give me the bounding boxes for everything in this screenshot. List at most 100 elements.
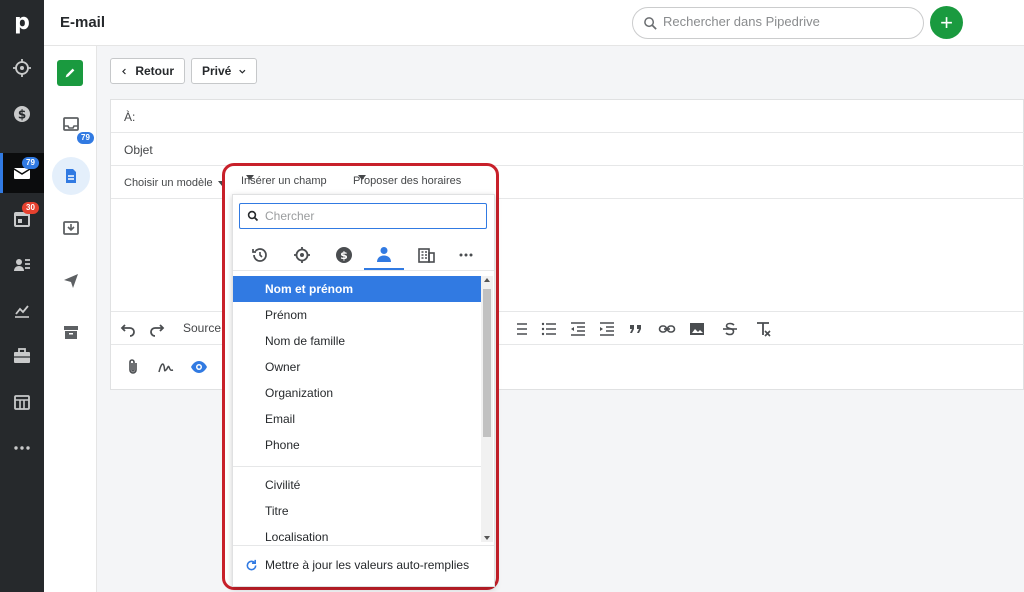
app-root: p $ 79 30 E-mail Rechercher dans Pipedri… (0, 0, 1024, 592)
tab-deals[interactable]: $ (324, 239, 364, 270)
visibility-label: Privé (202, 64, 232, 78)
list-item[interactable]: Organization (233, 380, 481, 406)
tab-leads[interactable] (282, 239, 322, 270)
nav-insights[interactable] (0, 290, 44, 330)
field-list: Nom et prénom Prénom Nom de famille Owne… (233, 276, 481, 542)
page-title: E-mail (60, 14, 106, 31)
outdent-icon[interactable] (569, 320, 587, 338)
document-icon (66, 169, 76, 183)
indent-icon[interactable] (598, 320, 616, 338)
person-icon (377, 246, 391, 262)
quote-icon[interactable] (627, 320, 645, 338)
svg-text:$: $ (340, 249, 348, 262)
nav-activities[interactable]: 30 (0, 199, 44, 239)
propose-times-label: Proposer des horaires (353, 175, 462, 187)
link-icon[interactable] (658, 320, 676, 338)
dollar-icon: $ (336, 246, 352, 263)
list-item[interactable]: Nom de famille (233, 328, 481, 354)
main-nav: p $ 79 30 (0, 0, 44, 592)
nav-more[interactable] (0, 428, 44, 468)
tab-history[interactable] (240, 239, 280, 270)
list-item[interactable]: Titre (233, 498, 481, 524)
store-icon (14, 395, 30, 410)
tab-person[interactable] (364, 239, 404, 270)
compose-button[interactable] (57, 60, 83, 86)
tab-more[interactable] (446, 239, 486, 270)
nav-products[interactable] (0, 336, 44, 376)
pipedrive-logo[interactable]: p (0, 0, 44, 44)
inbox-badge: 79 (77, 132, 94, 144)
visibility-dropdown[interactable]: Privé (191, 58, 257, 84)
scroll-up-icon[interactable] (484, 278, 490, 282)
field-search-input[interactable] (265, 209, 480, 223)
nav-deals[interactable]: $ (0, 94, 44, 134)
more-icon (14, 446, 30, 450)
top-bar: E-mail + (44, 0, 1024, 46)
pencil-icon (65, 68, 75, 78)
subject-row[interactable]: Objet (111, 133, 1024, 166)
field-picker-panel: $ Nom et prénom Prénom Nom de famille Ow… (232, 194, 495, 587)
more-icon (459, 253, 473, 256)
history-icon (252, 247, 267, 262)
target-icon (13, 59, 31, 77)
subject-label: Objet (124, 143, 153, 157)
global-search[interactable] (632, 7, 924, 39)
scroll-down-icon[interactable] (484, 536, 490, 540)
list-bullet-icon[interactable] (511, 320, 529, 338)
list-item[interactable]: Civilité (233, 472, 481, 498)
sent-button[interactable] (52, 261, 90, 299)
category-tabs: $ (233, 239, 494, 271)
undo-icon[interactable] (119, 320, 137, 338)
list-item[interactable]: Prénom (233, 302, 481, 328)
tab-organization[interactable] (406, 239, 446, 270)
target-icon (294, 246, 310, 263)
nav-leads[interactable] (0, 48, 44, 88)
dollar-icon: $ (14, 106, 30, 122)
list-item[interactable]: Nom et prénom (233, 276, 481, 302)
list-numbered-icon[interactable] (540, 320, 558, 338)
redo-icon[interactable] (148, 320, 166, 338)
caret-icon (358, 175, 366, 180)
strikethrough-icon[interactable] (721, 320, 739, 338)
nav-mail[interactable]: 79 (0, 153, 44, 193)
field-search[interactable] (239, 203, 487, 229)
mail-badge: 79 (22, 157, 39, 169)
to-row[interactable]: À: (111, 100, 1024, 133)
refresh-icon (246, 559, 257, 571)
archive-icon (64, 326, 78, 339)
add-button[interactable]: + (930, 6, 963, 39)
back-button[interactable]: Retour (110, 58, 185, 84)
list-item[interactable]: Owner (233, 354, 481, 380)
tray-download-icon (63, 221, 79, 235)
chevron-left-icon (122, 68, 126, 74)
list-item[interactable]: Phone (233, 432, 481, 458)
chevron-down-icon (239, 69, 246, 74)
nav-contacts[interactable] (0, 245, 44, 285)
contacts-icon (14, 259, 30, 271)
inbox-button[interactable]: 79 (52, 105, 94, 144)
refresh-autofill-button[interactable]: Mettre à jour les valeurs auto-remplies (233, 545, 494, 586)
eye-icon[interactable] (190, 358, 208, 376)
archive-button[interactable] (52, 313, 90, 351)
signature-icon[interactable] (157, 358, 175, 376)
search-icon (247, 210, 259, 222)
list-item[interactable]: Localisation (233, 524, 481, 542)
list-item[interactable]: Email (233, 406, 481, 432)
refresh-label: Mettre à jour les valeurs auto-remplies (265, 558, 470, 572)
caret-icon (246, 175, 254, 180)
divider (233, 466, 481, 467)
source-button[interactable]: Source (183, 321, 221, 335)
scrollbar-thumb[interactable] (483, 289, 491, 437)
briefcase-icon (14, 348, 30, 363)
paperclip-icon[interactable] (124, 358, 142, 376)
activities-badge: 30 (22, 202, 39, 214)
clear-format-icon[interactable] (754, 320, 772, 338)
nav-marketplace[interactable] (0, 382, 44, 422)
archive-in-button[interactable] (52, 209, 90, 247)
image-icon[interactable] (688, 320, 706, 338)
scrollbar[interactable] (481, 276, 493, 542)
choose-template-dropdown[interactable]: Choisir un modèle (124, 177, 226, 189)
insert-field-popover: Insérer un champ Proposer des horaires $ (222, 163, 499, 590)
search-input[interactable] (663, 14, 913, 29)
drafts-button[interactable] (52, 157, 90, 195)
